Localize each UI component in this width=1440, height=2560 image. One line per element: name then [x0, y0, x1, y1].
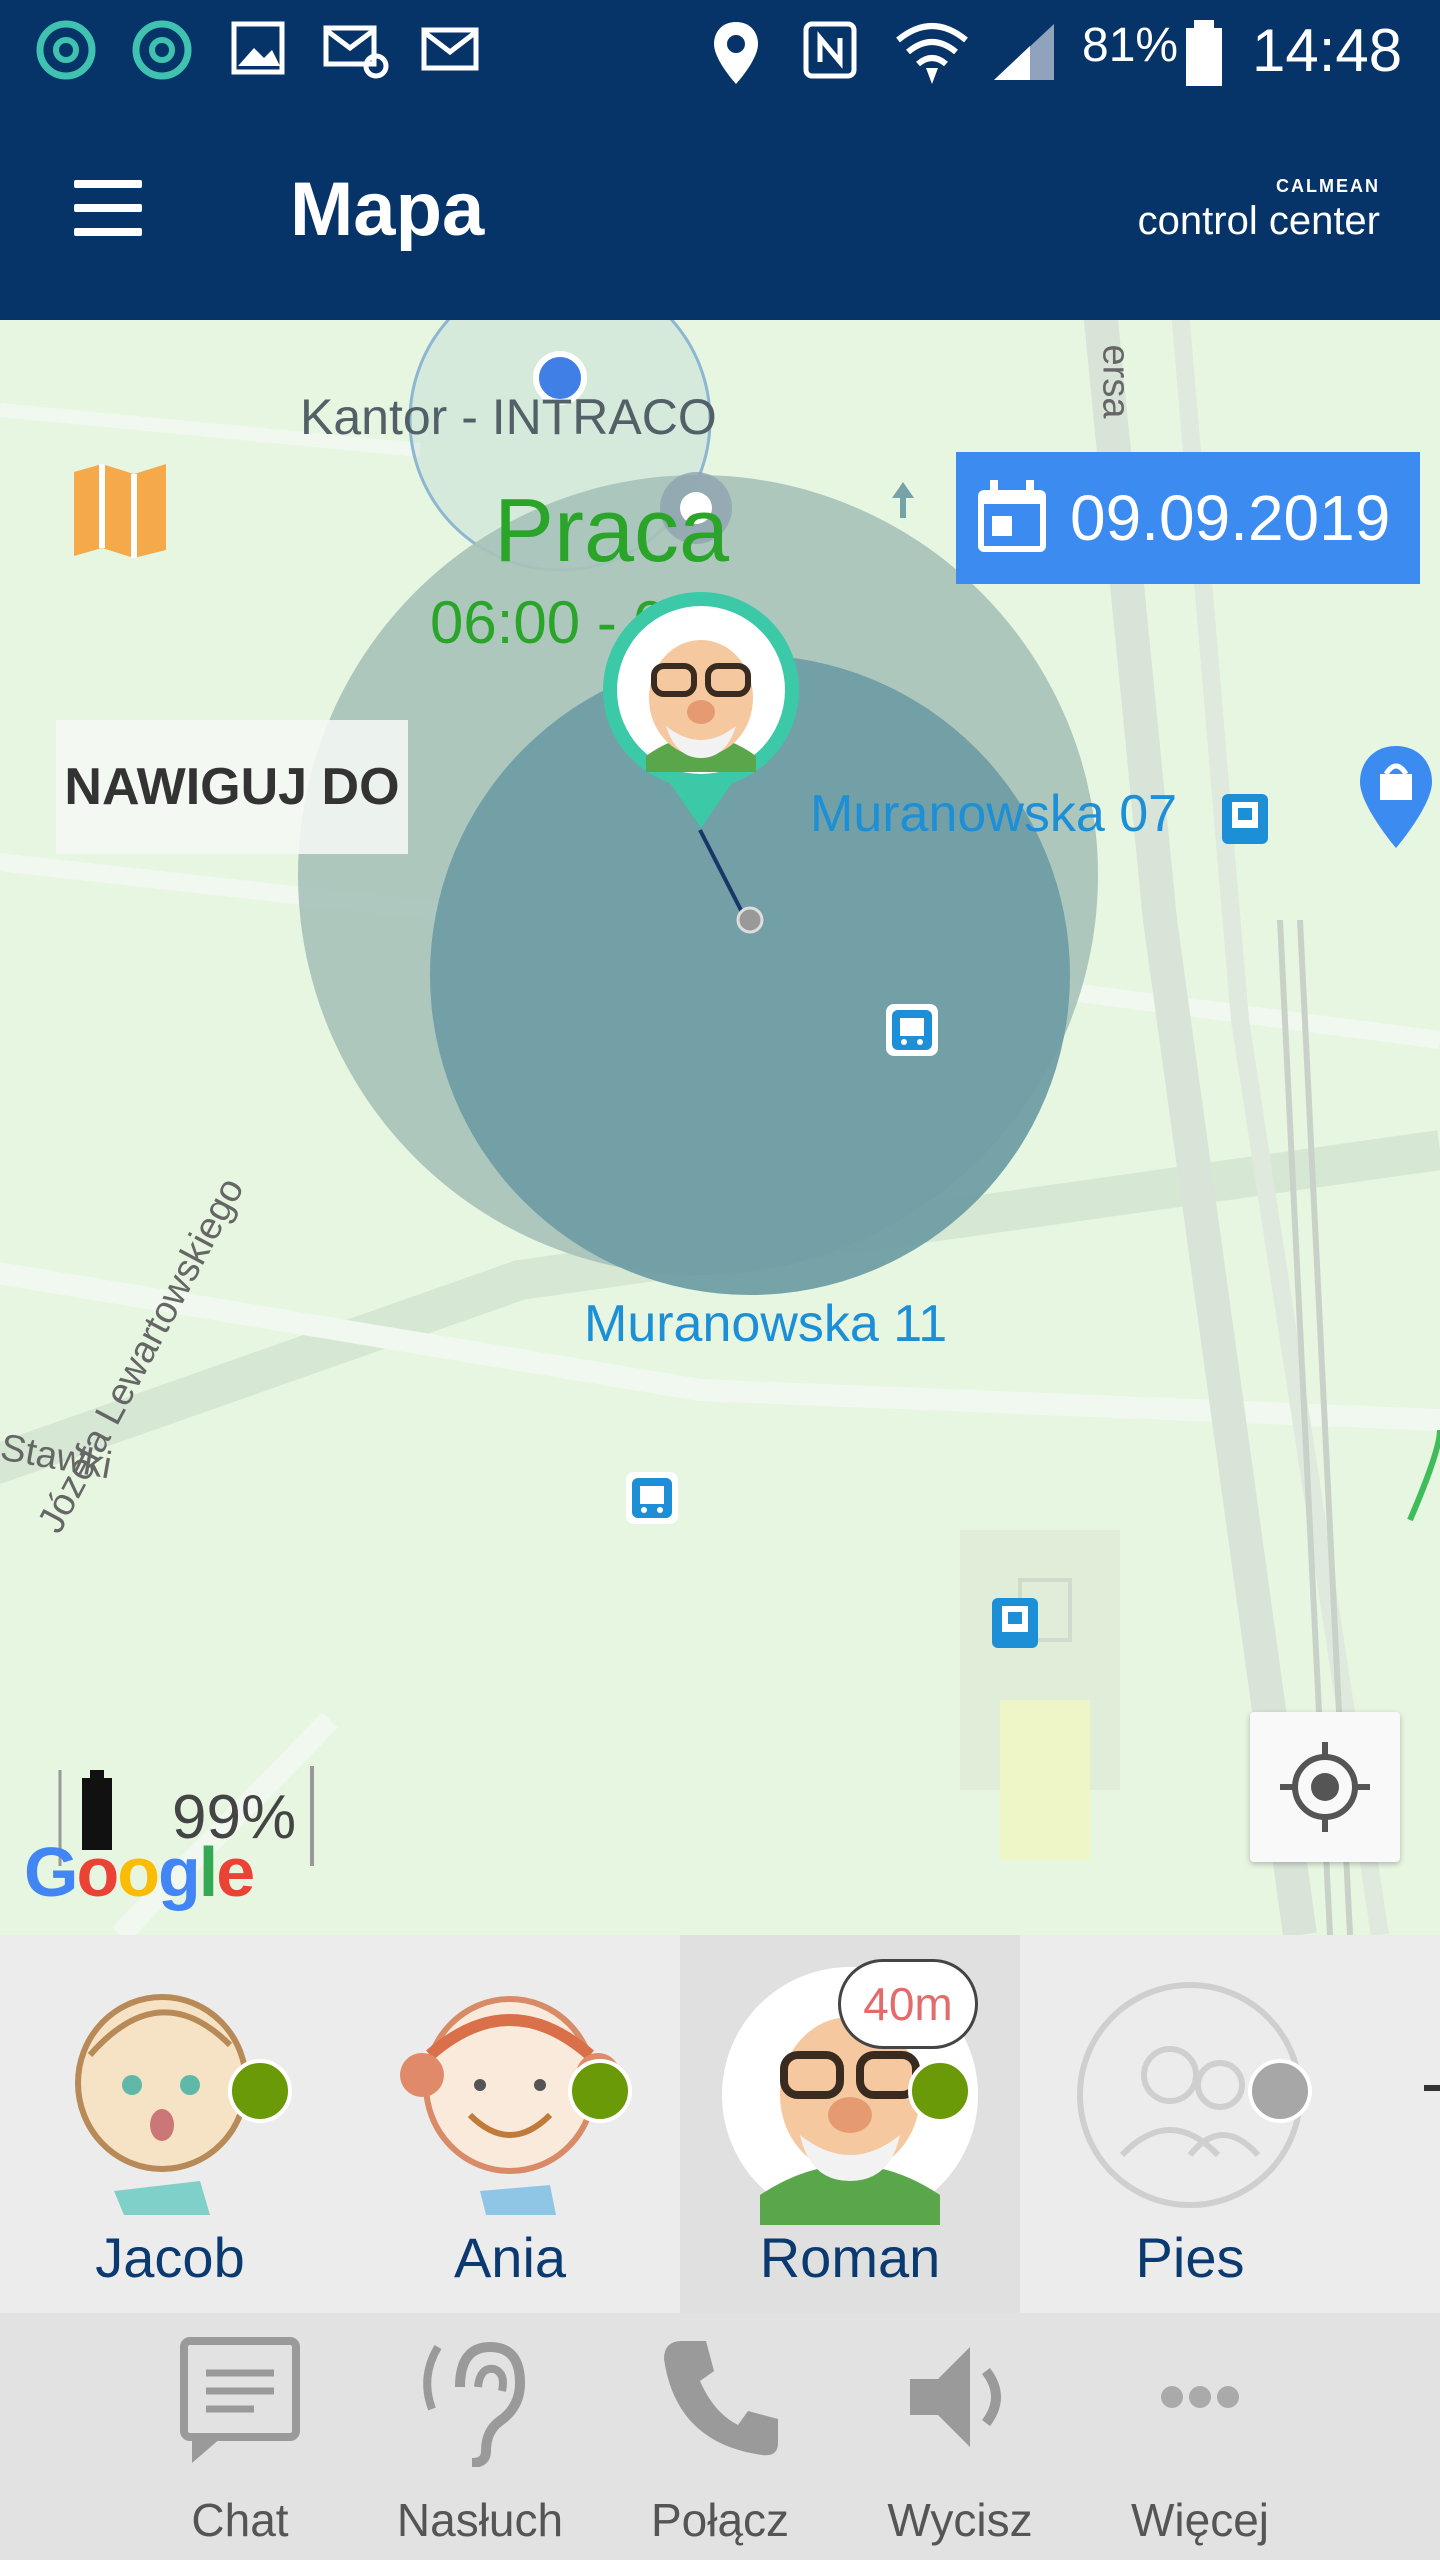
battery-icon — [1186, 20, 1222, 86]
nfc-icon — [803, 21, 857, 79]
map-layers-icon[interactable] — [70, 460, 170, 560]
profile-jacob[interactable]: Jacob — [0, 1935, 340, 2313]
tram-stop-icon — [1222, 794, 1268, 844]
location-icon — [714, 22, 758, 84]
arrow-icon — [892, 482, 914, 518]
wifi-icon — [896, 23, 968, 84]
google-logo: Google — [24, 1833, 255, 1911]
bus-stop-icon[interactable] — [624, 1470, 680, 1526]
action-label: Chat — [191, 2494, 289, 2546]
chat-icon — [180, 2337, 300, 2463]
profile-name: Pies — [1135, 2226, 1245, 2289]
navigate-to-button[interactable]: NAWIGUJ DO — [56, 720, 408, 854]
action-label: Więcej — [1130, 2494, 1270, 2546]
battery-percent: 81% — [1082, 19, 1179, 72]
distance-badge: 40m — [838, 1959, 978, 2049]
brand-name: control center — [1137, 199, 1380, 243]
profile-name: Roman — [759, 2226, 941, 2289]
action-bar: Chat Nasłuch Połącz Wycisz Więcej — [0, 2313, 1440, 2560]
profile-name: Ania — [453, 2226, 567, 2289]
online-status-dot — [568, 2059, 632, 2123]
hamburger-icon — [74, 180, 142, 188]
clock: 14:48 — [1252, 17, 1403, 84]
page-title: Mapa — [290, 167, 485, 252]
mail-settings-icon — [323, 25, 389, 79]
stop-label: Muranowska 11 — [584, 1295, 948, 1353]
action-label: Wycisz — [887, 2494, 1033, 2546]
calendar-icon — [978, 480, 1046, 552]
signal-icon — [994, 24, 1054, 80]
stop-label: Muranowska 07 — [810, 785, 1178, 843]
map-view[interactable]: Kantor - INTRACO Praca 06:00 - 0 Muranow… — [0, 320, 1440, 1935]
date-picker-button[interactable]: 09.09.2019 — [956, 452, 1420, 584]
mute-button[interactable]: Wycisz — [840, 2313, 1080, 2560]
action-label: Połącz — [650, 2494, 790, 2546]
more-icon — [1161, 2386, 1239, 2408]
offline-status-dot — [1248, 2059, 1312, 2123]
speaker-icon — [910, 2347, 1001, 2447]
crosshair-icon — [1280, 1742, 1370, 1832]
bus-stop-icon[interactable] — [884, 1002, 940, 1058]
menu-button[interactable] — [66, 176, 150, 244]
tram-stop-icon — [992, 1598, 1038, 1648]
profile-ania[interactable]: Ania — [340, 1935, 680, 2313]
profile-pies[interactable]: Pies — [1020, 1935, 1360, 2313]
poi-label: Kantor - INTRACO — [300, 389, 717, 445]
brand-small-text: CALMEAN — [1276, 176, 1380, 196]
divider — [310, 1766, 314, 1866]
shopping-poi-icon[interactable] — [1356, 744, 1436, 854]
geofence-name: Praca — [494, 481, 730, 581]
phone-icon — [664, 2341, 778, 2456]
app-bar: Mapa CALMEAN control center — [0, 100, 1440, 320]
online-status-dot — [908, 2059, 972, 2123]
online-status-dot — [228, 2059, 292, 2123]
listen-button[interactable]: Nasłuch — [360, 2313, 600, 2560]
image-icon — [231, 21, 285, 75]
my-location-button[interactable] — [1250, 1712, 1400, 1862]
street-label: ersa — [1094, 344, 1137, 419]
profile-bar: Jacob Ania Roman 40m Pies — [0, 1935, 1440, 2313]
action-label: Nasłuch — [396, 2494, 564, 2546]
app-notification-icon — [132, 20, 192, 80]
chat-button[interactable]: Chat — [120, 2313, 360, 2560]
app-notification-icon — [36, 20, 96, 80]
user-location-pin[interactable] — [596, 586, 806, 836]
status-bar: 81% 14:48 — [0, 0, 1440, 100]
ear-icon — [423, 2341, 526, 2467]
date-label: 09.09.2019 — [1070, 482, 1391, 554]
more-button[interactable]: Więcej — [1080, 2313, 1320, 2560]
brand-logo: CALMEAN control center — [1138, 176, 1380, 244]
mail-icon — [421, 27, 479, 71]
call-button[interactable]: Połącz — [600, 2313, 840, 2560]
profile-name: Jacob — [95, 2226, 245, 2289]
scroll-indicator — [1424, 2085, 1440, 2091]
